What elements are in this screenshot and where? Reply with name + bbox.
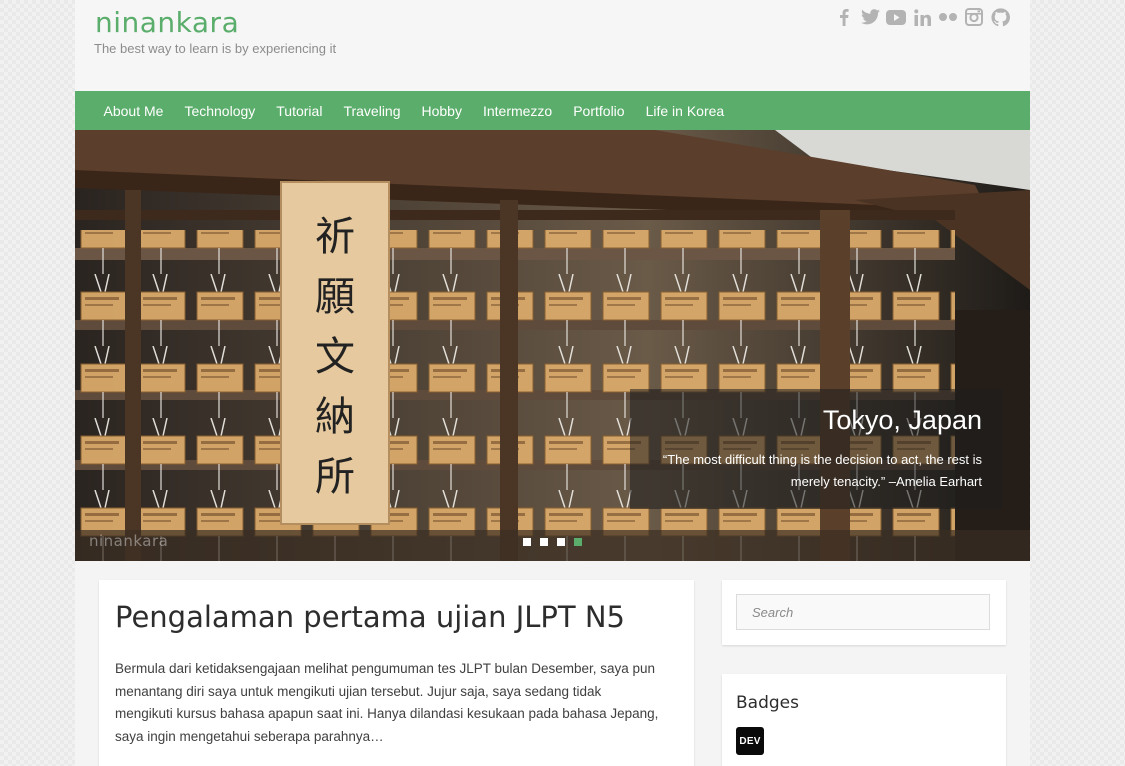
slider-dot-4[interactable] [574, 538, 582, 546]
nav-item-tutorial[interactable]: Tutorial [266, 103, 333, 119]
dev-badge[interactable]: DEV [736, 727, 764, 755]
nav-item-intermezzo[interactable]: Intermezzo [472, 103, 562, 119]
post-title[interactable]: Pengalaman pertama ujian JLPT N5 [115, 600, 625, 634]
nav-item-hobby[interactable]: Hobby [411, 103, 472, 119]
slide-watermark: ninankara [89, 532, 169, 550]
nav-item-about-me[interactable]: About Me [93, 103, 174, 119]
badges-widget: Badges DEV [722, 674, 1006, 766]
slider-pagination [523, 538, 582, 546]
svg-text:納: 納 [315, 394, 355, 440]
page-wrapper: ninankara The best way to learn is by ex… [75, 0, 1030, 766]
slide-caption-quote: “The most difficult thing is the decisio… [662, 452, 982, 489]
slider-dot-1[interactable] [523, 538, 531, 546]
site-title[interactable]: ninankara [95, 6, 239, 39]
slide-caption-title: Tokyo, Japan [822, 405, 982, 435]
nav-item-technology[interactable]: Technology [174, 103, 266, 119]
svg-text:祈: 祈 [315, 214, 355, 260]
facebook-icon[interactable] [834, 6, 854, 28]
site-tagline: The best way to learn is by experiencing… [94, 41, 337, 56]
youtube-icon[interactable] [886, 6, 906, 28]
twitter-icon[interactable] [860, 6, 880, 28]
instagram-icon[interactable] [964, 6, 984, 28]
search-input[interactable] [736, 594, 990, 630]
search-widget [722, 580, 1006, 645]
nav-item-traveling[interactable]: Traveling [333, 103, 411, 119]
flickr-icon[interactable] [938, 6, 958, 28]
svg-text:願: 願 [315, 274, 355, 320]
site-header: ninankara The best way to learn is by ex… [75, 0, 1030, 91]
social-links [834, 6, 1010, 28]
slider-dot-2[interactable] [540, 538, 548, 546]
badges-title: Badges [736, 693, 799, 713]
slide-caption: Tokyo, Japan “The most difficult thing i… [630, 389, 1002, 509]
nav-item-life-in-korea[interactable]: Life in Korea [635, 103, 735, 119]
github-icon[interactable] [990, 6, 1010, 28]
nav-item-portfolio[interactable]: Portfolio [563, 103, 635, 119]
post-card: Pengalaman pertama ujian JLPT N5 Bermula… [99, 580, 694, 766]
main-nav: About Me Technology Tutorial Traveling H… [75, 91, 1030, 130]
svg-text:所: 所 [315, 454, 355, 500]
slider-dot-3[interactable] [557, 538, 565, 546]
featured-slider[interactable]: 祈 願 文 納 所 ninankara Tokyo, Japan “The mo… [75, 130, 1030, 561]
linkedin-icon[interactable] [912, 6, 932, 28]
svg-text:文: 文 [315, 334, 355, 380]
post-excerpt: Bermula dari ketidaksengajaan melihat pe… [115, 661, 659, 744]
